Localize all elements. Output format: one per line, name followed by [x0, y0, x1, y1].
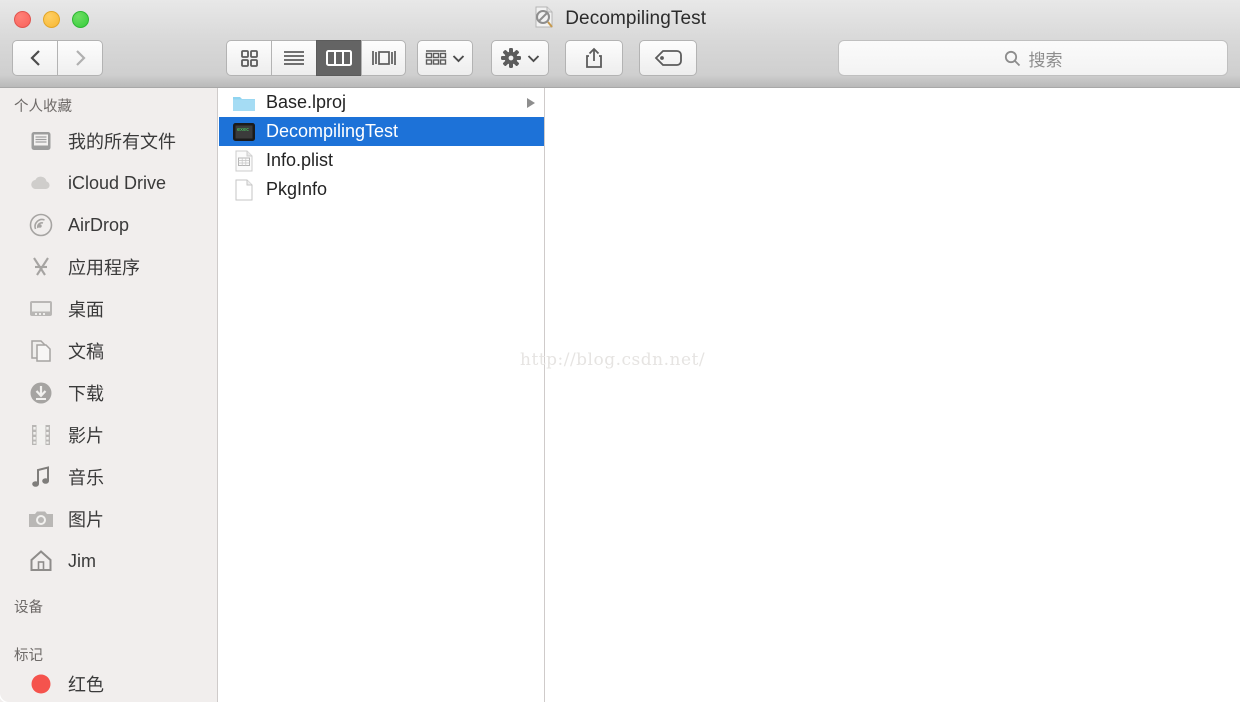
- sidebar-item-label: 文稿: [68, 342, 104, 362]
- sidebar-item-all-my-files[interactable]: 我的所有文件: [0, 120, 217, 162]
- documents-icon: [28, 338, 54, 364]
- action-menu-button[interactable]: [491, 40, 549, 76]
- folder-icon: [232, 91, 256, 115]
- metadata-key: 上次打开时间: [1092, 656, 1240, 680]
- table-row[interactable]: exec DecompilingTest: [219, 117, 544, 146]
- preview-file-name: DecompilingTest: [1092, 511, 1240, 537]
- pictures-icon: [28, 506, 54, 532]
- search-input[interactable]: 搜索: [838, 40, 1228, 76]
- plist-document-icon: [232, 149, 256, 173]
- sidebar-item-icloud-drive[interactable]: iCloud Drive: [0, 162, 217, 204]
- grid-icon: [241, 50, 258, 67]
- window-titlebar: DecompilingTest 搜索: [0, 0, 1240, 88]
- list-lines-icon: [284, 51, 304, 65]
- desktop-icon: [28, 296, 54, 322]
- file-name: Info.plist: [266, 150, 334, 170]
- sidebar-section-favorites-header: 个人收藏: [14, 99, 72, 115]
- metadata-row: 上次打开时间 今天 23:11: [1092, 656, 1240, 681]
- sidebar-item-pictures[interactable]: 图片: [0, 498, 217, 540]
- tag-icon: [654, 50, 682, 66]
- sidebar-item-label: 影片: [68, 426, 104, 446]
- watermark-text: http://blog.csdn.net/: [520, 350, 706, 370]
- coverflow-icon: [371, 51, 396, 65]
- file-name: Base.lproj: [266, 92, 347, 112]
- unix-executable-icon: exec: [232, 120, 256, 144]
- sidebar[interactable]: 个人收藏 我的所有文件 iCloud Drive AirDrop 应用程序 桌面…: [0, 88, 218, 702]
- sidebar-item-label: 下载: [68, 384, 104, 404]
- movies-icon: [28, 422, 54, 448]
- chevron-left-icon: [29, 50, 40, 66]
- window-title: DecompilingTest: [0, 6, 1240, 34]
- back-button[interactable]: [12, 40, 58, 76]
- window-corner: [0, 680, 22, 702]
- columns-icon: [326, 50, 352, 66]
- sidebar-item-red-tag[interactable]: 红色: [0, 669, 217, 699]
- metadata-key: 创建时间: [1092, 606, 1240, 630]
- search-icon: [1004, 50, 1020, 66]
- sidebar-item-label: 我的所有文件: [68, 132, 176, 152]
- table-row[interactable]: Base.lproj: [219, 88, 544, 117]
- chevron-down-icon: [452, 54, 465, 62]
- metadata-row: 创建时间 今天 23:11: [1092, 606, 1240, 631]
- preview-kind-size: Unix executable－22 KB: [1092, 577, 1240, 602]
- search-placeholder: 搜索: [1028, 50, 1063, 70]
- column-view-button[interactable]: [316, 40, 361, 76]
- file-list-column[interactable]: Base.lproj exec DecompilingTest Info.pli…: [219, 88, 545, 702]
- sidebar-item-documents[interactable]: 文稿: [0, 330, 217, 372]
- list-view-button[interactable]: [271, 40, 316, 76]
- file-name: DecompilingTest: [266, 121, 399, 141]
- sidebar-section-tags-header: 标记: [14, 648, 43, 664]
- sidebar-item-desktop[interactable]: 桌面: [0, 288, 217, 330]
- finder-window: DecompilingTest 搜索 个人收藏 我的所有文件 iCloud Dr…: [0, 0, 1240, 702]
- table-row[interactable]: Info.plist: [219, 146, 544, 175]
- icon-view-button[interactable]: [226, 40, 271, 76]
- metadata-row: 添加标记...: [1092, 681, 1240, 702]
- preview-column: exec DecompilingTest Unix executable－22 …: [546, 88, 1240, 702]
- window-title-text: DecompilingTest: [565, 8, 707, 29]
- red-tag-icon: [28, 671, 54, 697]
- coverflow-view-button[interactable]: [361, 40, 406, 76]
- sidebar-item-applications[interactable]: 应用程序: [0, 246, 217, 288]
- sidebar-item-label: Jim: [68, 550, 96, 571]
- gear-icon: [501, 48, 521, 68]
- share-button[interactable]: [565, 40, 623, 76]
- preview-metadata: 创建时间 今天 23:11 修改时间 今天 23:11 上次打开时间 今天 23…: [1092, 606, 1240, 702]
- sidebar-item-label: AirDrop: [68, 214, 130, 235]
- chevron-right-icon: [76, 50, 86, 66]
- sidebar-section-devices-header: 设备: [14, 600, 43, 616]
- sidebar-item-label: 图片: [68, 510, 104, 530]
- sidebar-item-airdrop[interactable]: AirDrop: [0, 204, 217, 246]
- sidebar-item-music[interactable]: 音乐: [0, 456, 217, 498]
- music-icon: [28, 464, 54, 490]
- document-prohibited-icon: [534, 6, 554, 34]
- share-icon: [586, 47, 602, 68]
- sidebar-item-downloads[interactable]: 下载: [0, 372, 217, 414]
- arrange-grid-icon: [425, 50, 447, 65]
- sidebar-item-label: iCloud Drive: [68, 172, 167, 193]
- metadata-key: 修改时间: [1092, 631, 1240, 655]
- applications-icon: [28, 254, 54, 280]
- sidebar-item-label: 红色: [68, 675, 104, 695]
- sidebar-item-label: 应用程序: [68, 258, 140, 278]
- file-name: PkgInfo: [266, 179, 328, 199]
- table-row[interactable]: PkgInfo: [219, 175, 544, 204]
- home-icon: [28, 548, 54, 574]
- svg-text:exec: exec: [237, 127, 249, 133]
- sidebar-item-label: 桌面: [68, 300, 104, 320]
- sidebar-item-label: 音乐: [68, 468, 104, 488]
- metadata-row: 修改时间 今天 23:11: [1092, 631, 1240, 656]
- airdrop-icon: [28, 212, 54, 238]
- generic-document-icon: [232, 178, 256, 202]
- sidebar-item-home[interactable]: Jim: [0, 540, 217, 582]
- forward-button[interactable]: [57, 40, 103, 76]
- disclosure-triangle-icon[interactable]: [527, 97, 535, 108]
- arrange-button[interactable]: [417, 40, 473, 76]
- sidebar-item-movies[interactable]: 影片: [0, 414, 217, 456]
- all-my-files-icon: [28, 128, 54, 154]
- downloads-icon: [28, 380, 54, 406]
- chevron-down-icon: [527, 54, 540, 62]
- tag-button[interactable]: [639, 40, 697, 76]
- icloud-icon: [28, 170, 54, 196]
